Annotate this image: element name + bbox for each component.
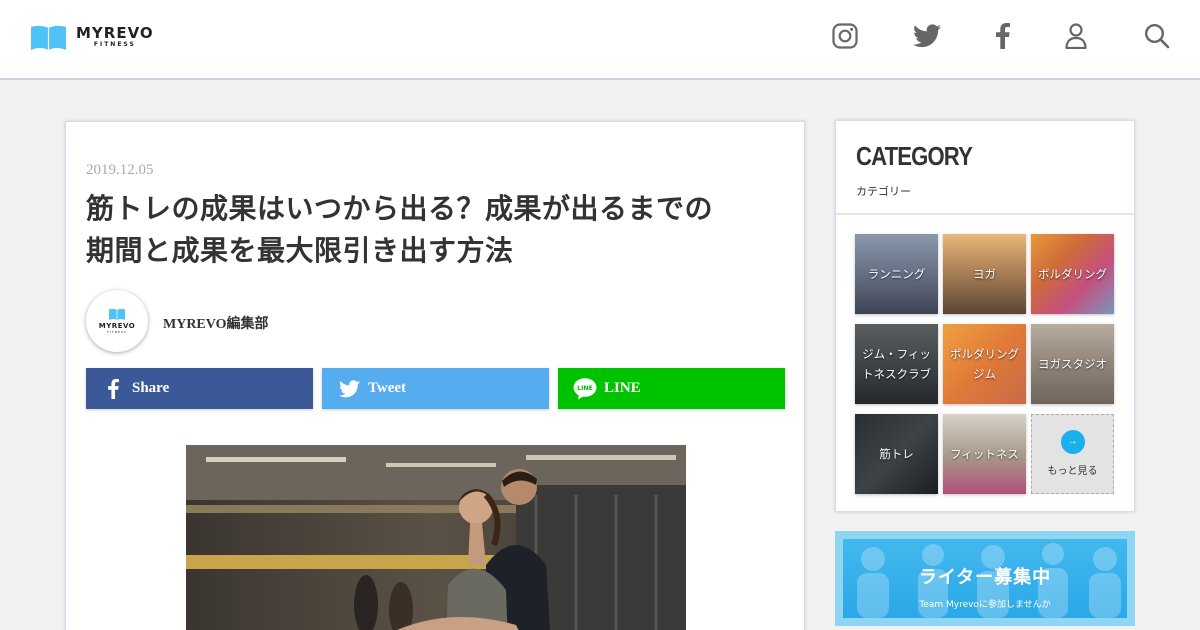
twitter-share-button[interactable]: Tweet [322, 368, 549, 409]
facebook-icon [98, 378, 128, 399]
category-tile-bouldering[interactable]: ボルダリング [1031, 234, 1114, 314]
category-tile-gym-fitness-club[interactable]: ジム・フィッ トネスクラブ [855, 324, 938, 404]
category-tile-label-line2: ジム [973, 367, 996, 381]
category-tile-running[interactable]: ランニング [855, 234, 938, 314]
banner-title: ライター募集中 [918, 567, 1052, 588]
facebook-share-label: Share [132, 380, 170, 396]
article-hero-image [186, 445, 686, 630]
category-widget: CATEGORY カテゴリー ランニング ヨガ ボルダリング ジム・フィッ トネ… [835, 120, 1135, 512]
avatar-logo-sub: FITNESS [107, 330, 127, 334]
category-tile-label: フィットネス [950, 447, 1019, 461]
logo-wordmark: MYREVO FITNESS [76, 25, 154, 49]
category-tile-label-line1: ボルダリング [950, 347, 1019, 361]
arrow-right-icon: → [1060, 429, 1085, 454]
logo-sub-text: FITNESS [93, 41, 136, 48]
category-more-button[interactable]: → もっと見る [1031, 414, 1114, 494]
book-logo-icon [31, 25, 66, 50]
article-title: 筋トレの成果はいつから出る？成果が出るまでの 期間と成果を最大限引き出す方法 [86, 188, 786, 272]
book-logo-icon [109, 308, 125, 320]
svg-text:LINE: LINE [577, 385, 593, 392]
writer-recruit-banner[interactable]: ライター募集中 Team Myrevoに参加しませんか [835, 531, 1135, 626]
category-divider [836, 213, 1134, 215]
twitter-icon[interactable] [913, 22, 941, 50]
category-tile-label: ヨガ [973, 267, 996, 281]
avatar-logo-text: MYREVO [98, 322, 136, 330]
category-tile-label: ジム・フィッ トネスクラブ [860, 344, 933, 384]
category-tile-bouldering-gym[interactable]: ボルダリング ジム [943, 324, 1026, 404]
search-icon[interactable] [1143, 22, 1171, 50]
category-tile-label: 筋トレ [879, 447, 914, 461]
category-tile-yoga[interactable]: ヨガ [943, 234, 1026, 314]
facebook-icon[interactable] [989, 22, 1017, 50]
category-tile-label: ボルダリング ジム [948, 344, 1021, 384]
banner-subtitle: Team Myrevoに参加しませんか [919, 600, 1051, 610]
category-tile-label: ボルダリング [1038, 267, 1107, 281]
site-logo[interactable]: MYREVO FITNESS [31, 24, 154, 50]
banner-panel: ライター募集中 Team Myrevoに参加しませんか [843, 539, 1127, 618]
line-share-label: LINE [604, 380, 641, 396]
category-heading: CATEGORY [856, 141, 973, 171]
category-tile-label: ランニング [867, 267, 926, 281]
instagram-icon[interactable] [831, 22, 859, 50]
article-card: 2019.12.05 筋トレの成果はいつから出る？成果が出るまでの 期間と成果を… [65, 121, 805, 630]
author-avatar[interactable]: MYREVO FITNESS [86, 290, 148, 352]
line-icon: LINE [570, 377, 600, 400]
author-name[interactable]: MYREVO編集部 [163, 313, 269, 333]
site-header: MYREVO FITNESS [0, 0, 1200, 80]
category-tile-fitness[interactable]: フィットネス [943, 414, 1026, 494]
category-tile-yoga-studio[interactable]: ヨガスタジオ [1031, 324, 1114, 404]
category-subheading: カテゴリー [856, 185, 911, 198]
category-tile-label-line2: トネスクラブ [862, 367, 931, 381]
user-icon[interactable] [1062, 22, 1090, 50]
article-title-line1: 筋トレの成果はいつから出る？成果が出るまでの [86, 192, 714, 225]
logo-main-text: MYREVO [76, 24, 154, 42]
article-title-line2: 期間と成果を最大限引き出す方法 [86, 234, 514, 267]
facebook-share-button[interactable]: Share [86, 368, 313, 409]
category-tile-strength-training[interactable]: 筋トレ [855, 414, 938, 494]
twitter-icon [334, 379, 364, 398]
more-label: もっと見る [1047, 465, 1098, 477]
line-share-button[interactable]: LINE LINE [558, 368, 785, 409]
twitter-share-label: Tweet [368, 380, 407, 396]
category-tile-label-line1: ジム・フィッ [862, 347, 931, 361]
category-tile-label: ヨガスタジオ [1038, 357, 1107, 371]
article-date: 2019.12.05 [86, 162, 154, 178]
